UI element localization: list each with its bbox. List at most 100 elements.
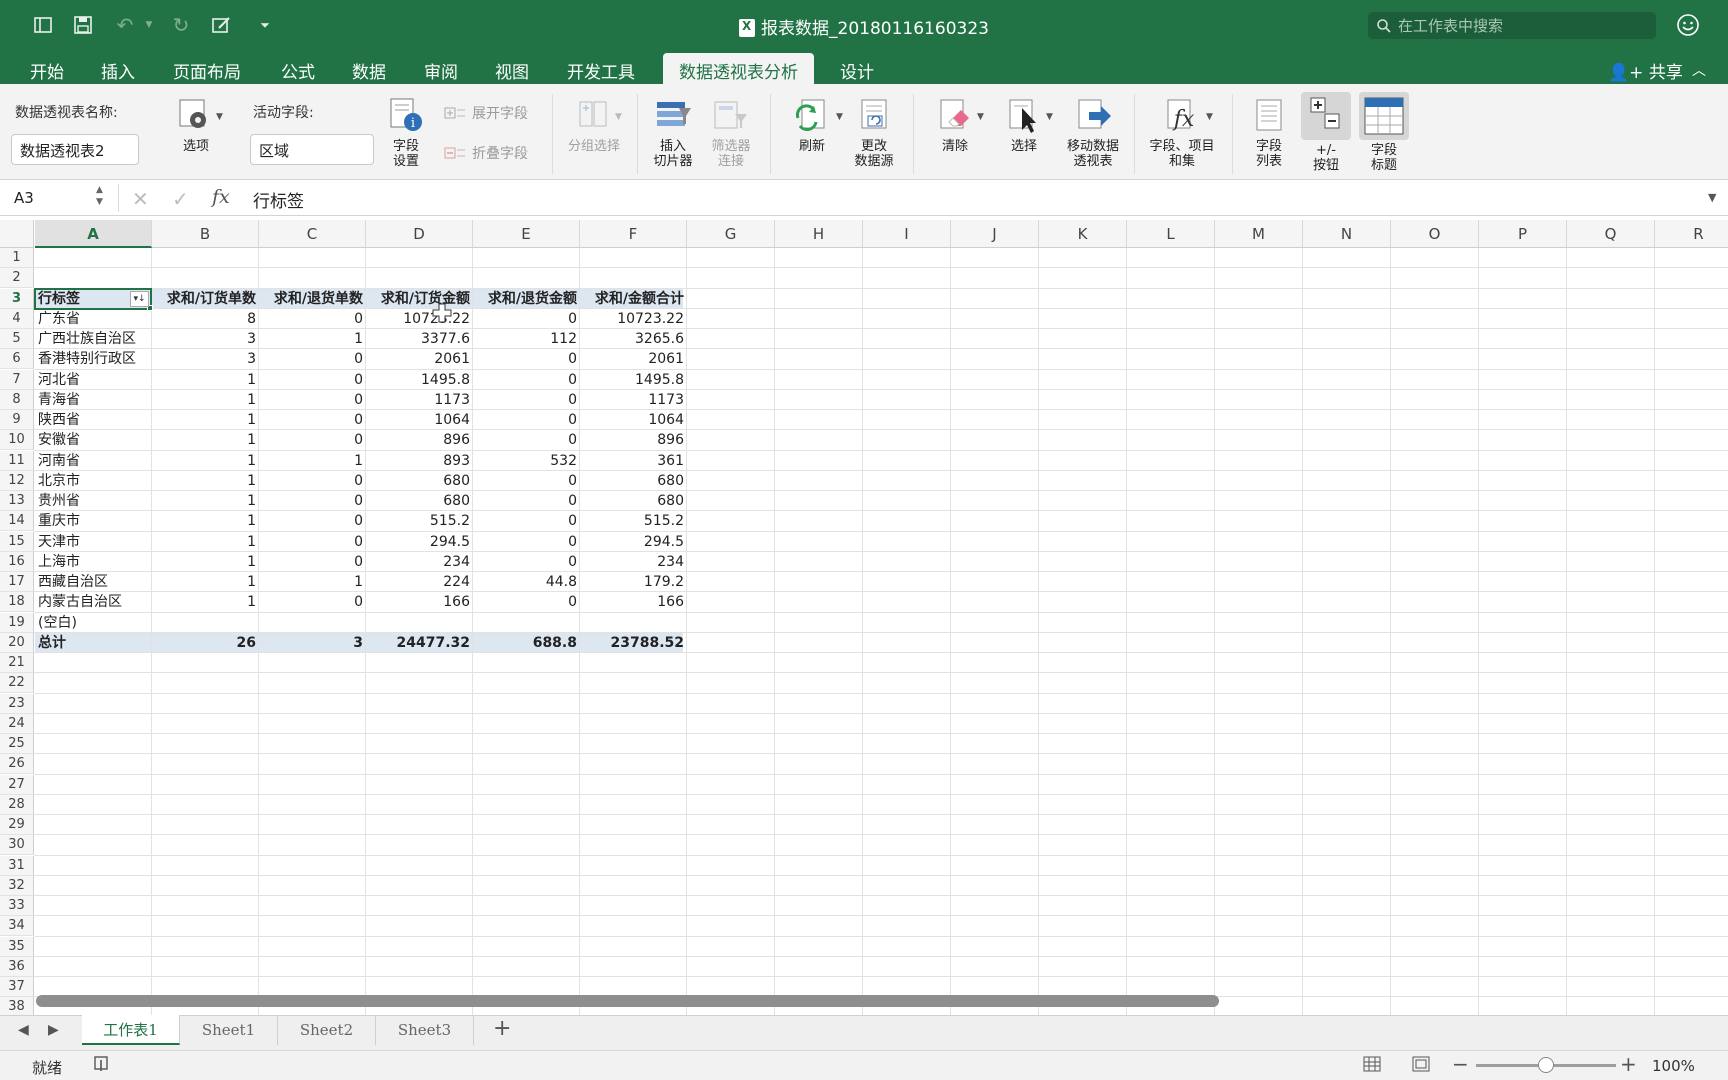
- pivot-row-cell[interactable]: 1064: [580, 410, 687, 430]
- pivot-row-cell[interactable]: 2061: [366, 349, 473, 369]
- column-header-l[interactable]: L: [1127, 220, 1215, 248]
- column-header-a[interactable]: A: [35, 220, 152, 248]
- pivot-header-cell[interactable]: 求和/订货金额: [366, 289, 473, 309]
- pivot-row-cell[interactable]: 1: [152, 592, 259, 612]
- row-header-25[interactable]: 25: [0, 734, 34, 754]
- pivot-row-cell[interactable]: 1: [152, 572, 259, 592]
- row-header-6[interactable]: 6: [0, 349, 34, 370]
- confirm-formula-icon[interactable]: ✓: [172, 187, 189, 211]
- pivot-row-cell[interactable]: 0: [473, 430, 580, 450]
- tab-data[interactable]: 数据: [352, 58, 386, 83]
- row-header-24[interactable]: 24: [0, 713, 34, 734]
- column-header-b[interactable]: B: [152, 220, 259, 248]
- row-header-5[interactable]: 5: [0, 329, 34, 349]
- row-header-35[interactable]: 35: [0, 936, 34, 957]
- pivot-row-cell[interactable]: 0: [259, 349, 366, 369]
- pivot-row-cell[interactable]: 贵州省: [35, 491, 152, 511]
- prev-sheet-icon[interactable]: ◀: [18, 1022, 29, 1038]
- pivot-row-cell[interactable]: 0: [473, 471, 580, 491]
- row-header-38[interactable]: 38: [0, 997, 34, 1015]
- row-header-20[interactable]: 20: [0, 632, 34, 653]
- row-header-36[interactable]: 36: [0, 956, 34, 977]
- options-button[interactable]: 选项 ▼: [166, 96, 226, 154]
- pivot-total-cell[interactable]: 3: [259, 633, 366, 653]
- row-header-13[interactable]: 13: [0, 491, 34, 511]
- pivot-row-cell[interactable]: 0: [473, 552, 580, 572]
- pivot-row-cell[interactable]: [152, 613, 259, 633]
- column-header-n[interactable]: N: [1303, 220, 1391, 248]
- pivot-row-cell[interactable]: 陕西省: [35, 410, 152, 430]
- pivot-row-cell[interactable]: 0: [259, 491, 366, 511]
- pivot-header-cell[interactable]: 求和/退货金额: [473, 289, 580, 309]
- pivot-row-cell[interactable]: 0: [259, 592, 366, 612]
- row-header-31[interactable]: 31: [0, 855, 34, 876]
- pivot-row-cell[interactable]: 内蒙古自治区: [35, 592, 152, 612]
- pivot-header-cell[interactable]: 求和/退货单数: [259, 289, 366, 309]
- pivot-row-cell[interactable]: 0: [473, 532, 580, 552]
- pivot-row-cell[interactable]: 3265.6: [580, 329, 687, 349]
- tab-review[interactable]: 审阅: [424, 58, 458, 83]
- pivot-row-cell[interactable]: 179.2: [580, 572, 687, 592]
- pivot-row-cell[interactable]: 0: [259, 370, 366, 390]
- pivot-row-cell[interactable]: 1173: [366, 390, 473, 410]
- share-button[interactable]: 👤+ 共享: [1608, 58, 1683, 83]
- pivot-header-cell[interactable]: 求和/金额合计: [580, 289, 687, 309]
- horizontal-scrollbar[interactable]: [36, 995, 1219, 1007]
- pivot-row-cell[interactable]: 680: [366, 471, 473, 491]
- row-header-22[interactable]: 22: [0, 673, 34, 694]
- sheet-tab-sheet1[interactable]: Sheet1: [180, 1015, 278, 1045]
- field-headers-toggle[interactable]: 字段 标题: [1358, 92, 1410, 173]
- pivot-row-cell[interactable]: [259, 613, 366, 633]
- pivot-row-cell[interactable]: 0: [473, 410, 580, 430]
- row-header-16[interactable]: 16: [0, 551, 34, 572]
- pivot-row-cell[interactable]: 2061: [580, 349, 687, 369]
- pivot-row-cell[interactable]: 896: [366, 430, 473, 450]
- row-header-17[interactable]: 17: [0, 572, 34, 592]
- pivot-row-cell[interactable]: 河北省: [35, 370, 152, 390]
- pivot-row-cell[interactable]: 224: [366, 572, 473, 592]
- row-header-37[interactable]: 37: [0, 977, 34, 997]
- pivot-header-cell[interactable]: 求和/订货单数: [152, 289, 259, 309]
- tab-home[interactable]: 开始: [30, 58, 64, 83]
- pivot-row-cell[interactable]: 8: [152, 309, 259, 329]
- column-header-k[interactable]: K: [1039, 220, 1127, 248]
- pivot-row-cell[interactable]: 北京市: [35, 471, 152, 491]
- pivot-row-cell[interactable]: 3377.6: [366, 329, 473, 349]
- row-header-15[interactable]: 15: [0, 531, 34, 552]
- pivot-total-cell[interactable]: 688.8: [473, 633, 580, 653]
- pivot-row-cell[interactable]: [580, 613, 687, 633]
- fields-items-sets-button[interactable]: fx 字段、项目 和集 ▼: [1144, 96, 1220, 169]
- pivot-row-cell[interactable]: 680: [580, 471, 687, 491]
- pivot-row-cell[interactable]: 重庆市: [35, 511, 152, 531]
- pivot-row-cell[interactable]: 0: [473, 511, 580, 531]
- feedback-smile-icon[interactable]: [1676, 13, 1700, 37]
- pivot-row-cell[interactable]: 0: [259, 471, 366, 491]
- pivot-row-cell[interactable]: 1: [152, 471, 259, 491]
- row-header-3[interactable]: 3: [0, 288, 34, 309]
- refresh-button[interactable]: 刷新 ▼: [784, 96, 843, 154]
- search-box[interactable]: 在工作表中搜索: [1368, 12, 1656, 39]
- pivot-row-cell[interactable]: 3: [152, 349, 259, 369]
- field-settings-button[interactable]: i 字段 设置: [384, 96, 428, 169]
- tab-pivot-analyze[interactable]: 数据透视表分析: [663, 53, 814, 84]
- pivot-row-cell[interactable]: 1064: [366, 410, 473, 430]
- pivot-row-cell[interactable]: 3: [152, 329, 259, 349]
- pivot-row-cell[interactable]: 香港特别行政区: [35, 349, 152, 369]
- next-sheet-icon[interactable]: ▶: [48, 1022, 59, 1038]
- pivot-row-cell[interactable]: 0: [259, 511, 366, 531]
- row-header-11[interactable]: 11: [0, 450, 34, 471]
- pivot-row-cell[interactable]: 515.2: [366, 511, 473, 531]
- pivot-row-cell[interactable]: 0: [259, 390, 366, 410]
- pivot-row-cell[interactable]: 0: [473, 390, 580, 410]
- pivot-row-cell[interactable]: (空白): [35, 613, 152, 633]
- pivot-row-cell[interactable]: 1495.8: [580, 370, 687, 390]
- row-header-4[interactable]: 4: [0, 308, 34, 329]
- pivot-row-cell[interactable]: 361: [580, 451, 687, 471]
- pivot-row-cell[interactable]: 1: [152, 532, 259, 552]
- zoom-slider-handle[interactable]: [1538, 1057, 1554, 1073]
- tab-insert[interactable]: 插入: [101, 58, 135, 83]
- filter-connections-button[interactable]: 筛选器 连接: [704, 96, 758, 169]
- pivot-total-cell[interactable]: 总计: [35, 633, 152, 653]
- pivot-row-cell[interactable]: 上海市: [35, 552, 152, 572]
- column-header-c[interactable]: C: [259, 220, 366, 248]
